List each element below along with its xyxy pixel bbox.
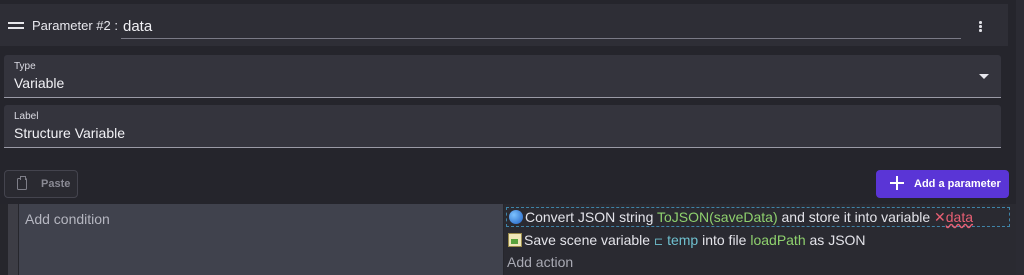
event-row: Add condition Convert JSON string ToJSON… (0, 204, 1016, 275)
event-gutter[interactable] (8, 204, 18, 275)
error-x-icon: ✕ (934, 209, 946, 225)
scrollbar-track[interactable] (1016, 0, 1024, 275)
parameter-name-input[interactable] (121, 14, 961, 39)
type-field-label: Type (14, 61, 36, 72)
add-parameter-button[interactable]: Add a parameter (876, 170, 1009, 198)
action-text: Convert JSON string (525, 209, 654, 225)
type-select[interactable]: Type Variable (4, 55, 1001, 98)
action-convert-json[interactable]: Convert JSON string ToJSON(saveData) and… (506, 207, 1010, 227)
add-parameter-label: Add a parameter (914, 178, 1001, 190)
file-save-icon (508, 233, 522, 247)
action-text: and store it into variable (781, 209, 931, 225)
parameter-title: Parameter #2 : (32, 18, 118, 33)
action-variable[interactable]: temp (667, 232, 698, 248)
paste-button[interactable]: Paste (4, 170, 78, 198)
label-field-value: Structure Variable (14, 125, 126, 141)
parameter-header: Parameter #2 : (0, 4, 1008, 46)
type-field-value: Variable (14, 75, 65, 91)
clipboard-icon (17, 176, 27, 190)
drag-handle-icon[interactable] (8, 22, 24, 30)
more-options-icon[interactable] (976, 18, 984, 34)
variable-icon: ⊏ (653, 236, 664, 248)
action-text: as JSON (809, 232, 866, 248)
chevron-down-icon[interactable] (979, 74, 989, 79)
label-field-label: Label (14, 111, 39, 122)
add-condition-link[interactable]: Add condition (25, 211, 110, 227)
conditions-column[interactable]: Add condition (19, 204, 503, 275)
action-text: into file (702, 232, 747, 248)
label-field[interactable]: Label Structure Variable (4, 105, 1001, 148)
action-argument[interactable]: loadPath (750, 232, 805, 248)
action-text: Save scene variable (524, 232, 651, 248)
add-action-link[interactable]: Add action (507, 254, 573, 270)
plus-icon (890, 176, 904, 190)
action-variable-invalid[interactable]: data (946, 209, 973, 225)
actions-column: Convert JSON string ToJSON(saveData) and… (504, 204, 1016, 275)
paste-button-label: Paste (41, 178, 71, 190)
action-save-scene-variable[interactable]: Save scene variable ⊏ temp into file loa… (506, 231, 1010, 251)
action-argument[interactable]: ToJSON(saveData) (657, 209, 778, 225)
globe-icon (509, 210, 523, 224)
